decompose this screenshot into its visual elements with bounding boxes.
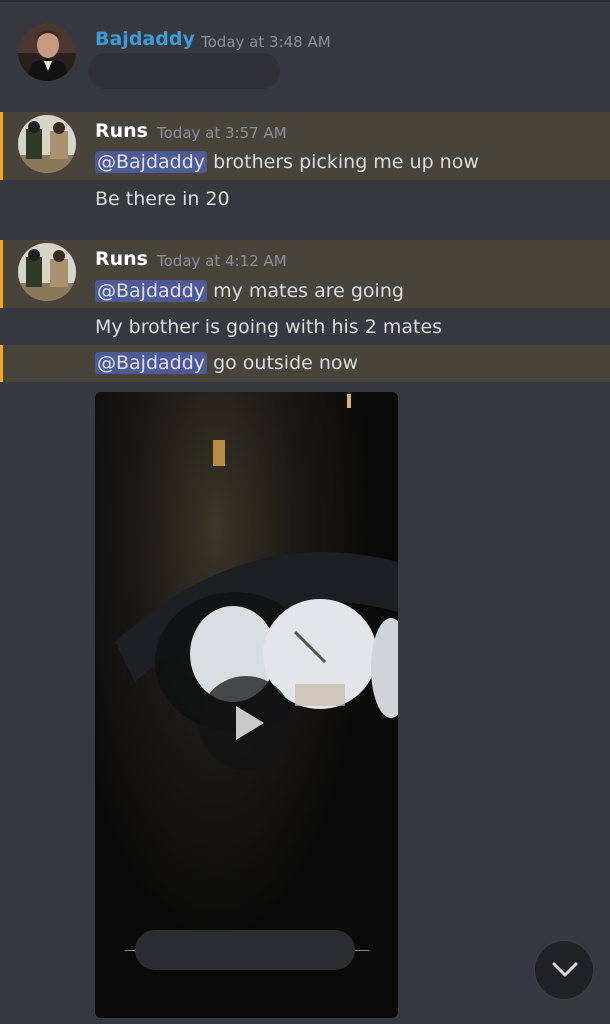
play-button[interactable] <box>199 676 293 770</box>
message-line: @Bajdaddy my mates are going <box>95 280 404 302</box>
author-name[interactable]: Bajdaddy <box>95 28 195 50</box>
author-name[interactable]: Runs <box>95 120 148 142</box>
message-line: @Bajdaddy go outside now <box>95 352 358 374</box>
user-mention[interactable]: @Bajdaddy <box>95 151 208 173</box>
message-text: go outside now <box>207 352 359 374</box>
message-text: my mates are going <box>207 280 404 302</box>
message-text: brothers picking me up now <box>207 151 479 173</box>
avatar-runs[interactable] <box>18 243 76 301</box>
message-timestamp: Today at 3:48 AM <box>201 33 331 51</box>
message-text: My brother is going with his 2 mates <box>95 316 443 338</box>
play-icon <box>236 706 264 740</box>
message-line: @Bajdaddy brothers picking me up now <box>95 151 479 173</box>
user-mention[interactable]: @Bajdaddy <box>95 352 208 374</box>
message-text: Be there in 20 <box>95 188 230 210</box>
avatar-runs[interactable] <box>18 115 76 173</box>
redacted-message <box>88 53 280 89</box>
mention-highlight-bar <box>0 112 3 180</box>
user-mention[interactable]: @Bajdaddy <box>95 280 208 302</box>
chevron-down-icon <box>552 962 578 977</box>
message-line: Be there in 20 <box>95 188 230 210</box>
video-controls-bar[interactable] <box>135 930 355 970</box>
author-name[interactable]: Runs <box>95 248 148 270</box>
jump-to-present-button[interactable] <box>534 940 594 1000</box>
mention-highlight-bar <box>0 345 3 382</box>
message-timestamp: Today at 3:57 AM <box>157 124 287 142</box>
message-timestamp: Today at 4:12 AM <box>157 252 287 270</box>
message-line: My brother is going with his 2 mates <box>95 316 442 338</box>
message-group-bajdaddy: Bajdaddy Today at 3:48 AM <box>0 0 610 100</box>
video-attachment[interactable] <box>95 392 398 1018</box>
mention-highlight-bar <box>0 240 3 308</box>
avatar-bajdaddy[interactable] <box>18 23 76 81</box>
